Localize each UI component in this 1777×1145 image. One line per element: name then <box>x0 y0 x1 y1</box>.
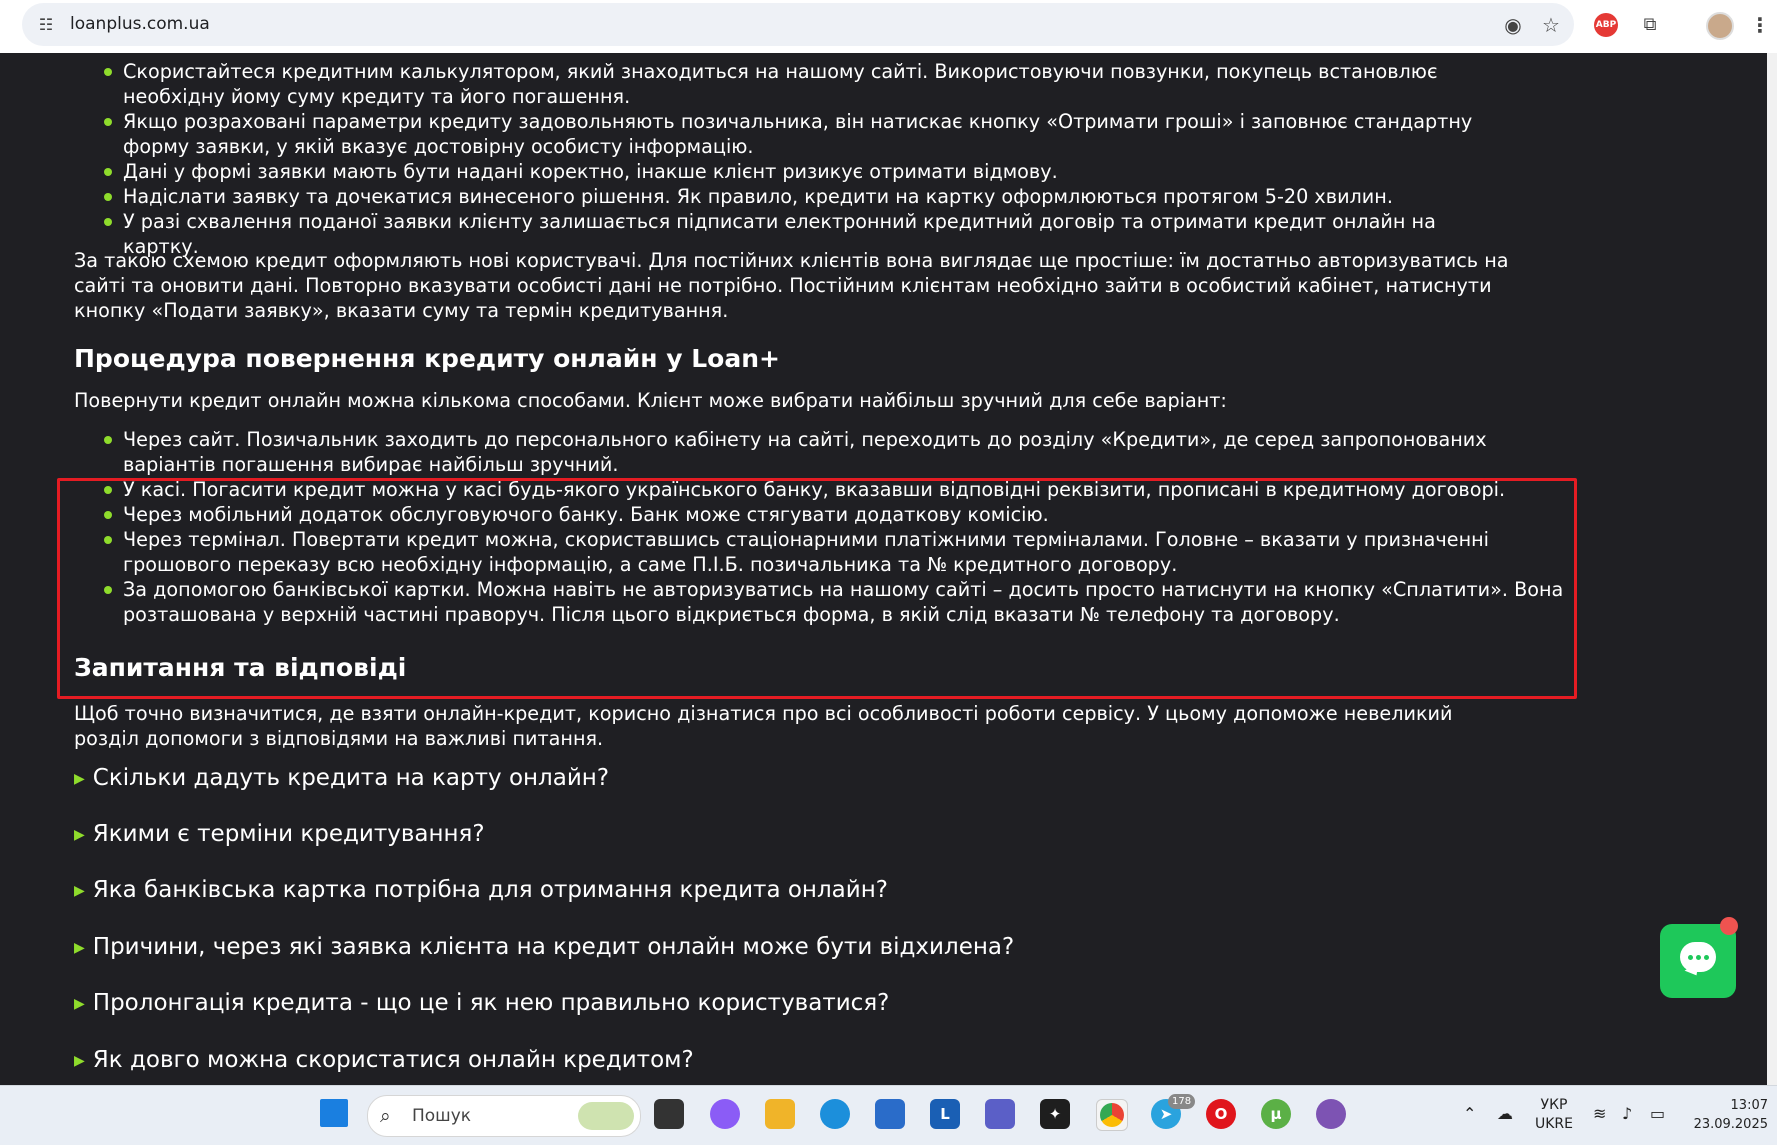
highlight-annotation-box <box>57 478 1577 699</box>
faq-item[interactable]: ▶ Скільки дадуть кредита на карту онлайн? <box>74 765 609 791</box>
chat-dot <box>1688 955 1693 960</box>
browser-toolbar: ☷ loanplus.com.ua ◉ ☆ ABP ⧉ ⋮ <box>0 0 1777 53</box>
url-text[interactable]: loanplus.com.ua <box>70 3 210 46</box>
search-icon: ⌕ <box>380 1105 391 1127</box>
language-code: УКР <box>1540 1097 1568 1113</box>
microsoft-store-icon[interactable] <box>875 1099 905 1129</box>
taskbar-search-box[interactable]: ⌕ Пошук <box>367 1095 641 1137</box>
section-heading: Процедура повернення кредиту онлайн у Lo… <box>74 344 780 373</box>
telegram-badge: 178 <box>1168 1094 1196 1109</box>
list-item: Дані у формі заявки мають бути надані ко… <box>74 159 1514 184</box>
faq-item[interactable]: ▶ Пролонгація кредита - що це і як нею пр… <box>74 990 889 1016</box>
file-explorer-icon[interactable] <box>765 1099 795 1129</box>
bullet-icon <box>104 436 112 444</box>
list-item: Надіслати заявку та дочекатися винесеног… <box>74 184 1514 209</box>
app-l-icon[interactable]: L <box>930 1099 960 1129</box>
bullet-icon <box>104 118 112 126</box>
start-windows-icon[interactable] <box>320 1099 348 1127</box>
viber-icon[interactable] <box>1316 1099 1346 1129</box>
chat-button[interactable] <box>1660 924 1736 998</box>
chat-dot <box>1696 955 1701 960</box>
bullet-icon <box>104 168 112 176</box>
site-info-icon[interactable]: ☷ <box>36 15 56 35</box>
chat-dot <box>1704 955 1709 960</box>
edge-browser-icon[interactable] <box>820 1099 850 1129</box>
battery-icon[interactable]: ▭ <box>1650 1104 1665 1123</box>
page-scrollbar[interactable] <box>1767 53 1777 1085</box>
expand-triangle-icon: ▶ <box>74 771 85 787</box>
faq-item[interactable]: ▶ Причини, через які заявка клієнта на кр… <box>74 934 1014 960</box>
search-placeholder: Пошук <box>412 1106 472 1126</box>
expand-triangle-icon: ▶ <box>74 1053 85 1069</box>
paragraph: Повернути кредит онлайн можна кількома с… <box>74 389 1227 412</box>
application-steps-list: Скористайтеся кредитним калькулятором, я… <box>74 59 1514 259</box>
volume-icon[interactable]: ♪ <box>1622 1104 1632 1123</box>
tray-chevron-up-icon[interactable]: ⌃ <box>1463 1104 1476 1123</box>
clock-date: 23.09.2025 <box>1693 1117 1768 1132</box>
dropbox-icon[interactable]: ✦ <box>1040 1099 1070 1129</box>
paragraph: За такою схемою кредит оформляють нові к… <box>74 249 1509 322</box>
list-item: Через сайт. Позичальник заходить до перс… <box>74 427 1574 477</box>
copilot-icon[interactable] <box>710 1099 740 1129</box>
list-item: Скористайтеся кредитним калькулятором, я… <box>74 59 1514 109</box>
teams-icon[interactable] <box>985 1099 1015 1129</box>
expand-triangle-icon: ▶ <box>74 883 85 899</box>
browser-menu-icon[interactable]: ⋮ <box>1746 11 1774 39</box>
adblock-extension-icon[interactable]: ABP <box>1594 13 1618 37</box>
keyboard-layout: UKRE <box>1535 1116 1574 1132</box>
search-highlight-image <box>578 1102 634 1130</box>
faq-item[interactable]: ▶ Як довго можна скористатися онлайн кред… <box>74 1047 694 1073</box>
paragraph: Щоб точно визначитися, де взяти онлайн-к… <box>74 702 1453 750</box>
windows-taskbar: ⌕ Пошук L ✦ ➤ 178 O µ ⌃ ☁ УКР UKRE ≋ ♪ ▭… <box>0 1085 1777 1145</box>
faq-item[interactable]: ▶ Якими є терміни кредитування? <box>74 821 485 847</box>
bookmark-star-icon[interactable]: ☆ <box>1538 12 1564 38</box>
expand-triangle-icon: ▶ <box>74 996 85 1012</box>
eye-off-icon[interactable]: ◉ <box>1500 12 1526 38</box>
extensions-puzzle-icon[interactable]: ⧉ <box>1636 11 1664 39</box>
wifi-icon[interactable]: ≋ <box>1593 1104 1606 1123</box>
opera-icon[interactable]: O <box>1206 1099 1236 1129</box>
chat-notification-badge <box>1720 917 1738 935</box>
task-view-icon[interactable] <box>654 1099 684 1129</box>
profile-avatar[interactable] <box>1706 12 1734 40</box>
bullet-icon <box>104 218 112 226</box>
language-indicator[interactable]: УКР UKRE <box>1535 1096 1573 1134</box>
chrome-icon[interactable] <box>1096 1099 1128 1131</box>
utorrent-icon[interactable]: µ <box>1261 1099 1291 1129</box>
address-bar[interactable]: ☷ loanplus.com.ua ◉ ☆ <box>22 3 1574 46</box>
clock[interactable]: 13:07 23.09.2025 <box>1690 1096 1768 1134</box>
list-item: Якщо розраховані параметри кредиту задов… <box>74 109 1514 159</box>
onedrive-cloud-icon[interactable]: ☁ <box>1497 1104 1513 1123</box>
page-content: Скористайтеся кредитним калькулятором, я… <box>0 53 1767 1085</box>
faq-item[interactable]: ▶ Яка банківська картка потрібна для отри… <box>74 877 888 903</box>
bullet-icon <box>104 68 112 76</box>
clock-time: 13:07 <box>1730 1098 1768 1113</box>
bullet-icon <box>104 193 112 201</box>
expand-triangle-icon: ▶ <box>74 827 85 843</box>
expand-triangle-icon: ▶ <box>74 940 85 956</box>
